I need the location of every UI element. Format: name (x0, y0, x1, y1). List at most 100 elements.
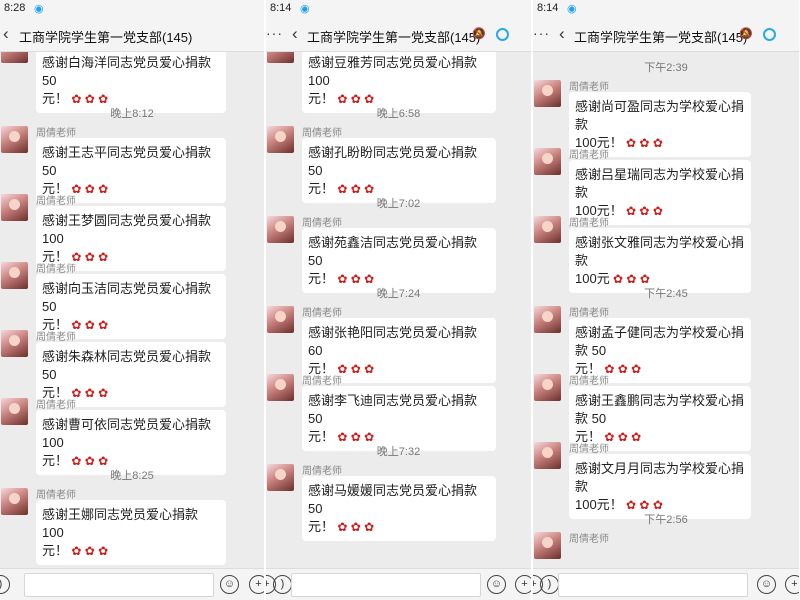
rose-icon: ✿ (347, 182, 361, 196)
status-time: 8:14 (270, 2, 292, 14)
rose-icon: ✿ (347, 92, 361, 106)
rose-icon: ✿ (347, 520, 361, 534)
rose-icon: ✿ (649, 498, 663, 512)
avatar[interactable] (267, 126, 294, 153)
rose-icon: ✿ (94, 544, 109, 558)
plus-icon[interactable]: + (249, 575, 264, 594)
message-bubble[interactable]: 感谢白海洋同志党员爱心捐款 50 元！ ✿ ✿ ✿ (36, 52, 226, 113)
message-bubble[interactable]: 感谢王娜同志党员爱心捐款 100 元！ ✿ ✿ ✿ (36, 500, 226, 565)
message-text: 元！ (308, 429, 335, 444)
message-text: 100元！ (575, 497, 623, 512)
avatar[interactable] (267, 464, 294, 491)
message-bubble[interactable]: 感谢文月月同志为学校爱心捐款 100元！ ✿ ✿ ✿ (569, 454, 751, 519)
avatar[interactable] (267, 306, 294, 333)
sender-name: 周倩老师 (302, 376, 342, 387)
avatar[interactable] (267, 216, 294, 243)
sender-name: 周倩老师 (36, 332, 76, 343)
message-bubble[interactable]: 感谢孔盼盼同志党员爱心捐款 50 元！ ✿ ✿ ✿ (302, 138, 496, 203)
message-line: 感谢曹可依同志党员爱心捐款 100 (42, 416, 220, 452)
avatar[interactable] (534, 374, 561, 401)
plus-icon[interactable]: + (785, 575, 799, 594)
rose-icon: ✿ (360, 92, 375, 106)
avatar[interactable] (1, 126, 28, 153)
avatar[interactable] (534, 306, 561, 333)
avatar[interactable] (1, 330, 28, 357)
back-chevron-icon[interactable]: ‹ (3, 24, 9, 44)
avatar[interactable] (534, 216, 561, 243)
timestamp: 下午2:56 (644, 514, 688, 526)
group-info-icon[interactable] (763, 28, 776, 41)
message-text: 100元 (575, 271, 610, 286)
rose-icon: ✿ (334, 272, 348, 286)
sender-name: 周倩老师 (36, 196, 76, 207)
sender-name: 周倩老师 (569, 308, 609, 319)
message-line: 感谢苑鑫洁同志党员爱心捐款 50 (308, 234, 490, 270)
message-bubble[interactable]: 感谢张文雅同志为学校爱心捐款 100元 ✿ ✿ ✿ (569, 228, 751, 293)
voice-icon[interactable]: ) (273, 575, 292, 594)
message-input[interactable] (291, 573, 481, 597)
rose-icon: ✿ (81, 182, 95, 196)
rose-icon: ✿ (360, 362, 375, 376)
message-text: 元！ (42, 543, 69, 558)
chat-panel-left: 8:28 ◉ ‹ 工商学院学生第一党支部(145) 感谢白海洋同志党员爱心捐款 … (0, 0, 265, 600)
message-bubble[interactable]: 感谢马媛媛同志党员爱心捐款 50 元！ ✿ ✿ ✿ (302, 476, 496, 541)
message-bubble[interactable]: 感谢苑鑫洁同志党员爱心捐款 50 元！ ✿ ✿ ✿ (302, 228, 496, 293)
avatar[interactable] (534, 532, 561, 559)
avatar[interactable] (1, 398, 28, 425)
voice-icon[interactable]: ) (0, 575, 10, 594)
avatar[interactable] (1, 262, 28, 289)
message-list: 感谢豆雅芳同志党员爱心捐款 100 元！ ✿ ✿ ✿ 晚上6:58 周倩老师 感谢孔盼盼… (266, 52, 531, 568)
avatar[interactable] (1, 194, 28, 221)
emoji-icon[interactable]: ☺ (220, 575, 239, 594)
rose-icon: ✿ (360, 520, 375, 534)
message-bubble[interactable]: 感谢曹可依同志党员爱心捐款 100 元！ ✿ ✿ ✿ (36, 410, 226, 475)
rose-icon: ✿ (622, 136, 637, 150)
message-line: 感谢马媛媛同志党员爱心捐款 50 (308, 482, 490, 518)
message-line: 感谢李飞迪同志党员爱心捐款 50 (308, 392, 490, 428)
message-input[interactable] (558, 573, 748, 597)
avatar[interactable] (1, 52, 28, 63)
message-text: 元！ (308, 181, 335, 196)
sender-name: 周倩老师 (36, 400, 76, 411)
more-dots-icon[interactable]: ··· (266, 25, 283, 41)
avatar[interactable] (267, 374, 294, 401)
message-text: 感谢王娜同志党员爱心捐款 100 (42, 507, 199, 540)
rose-icon: ✿ (94, 182, 109, 196)
rose-icon: ✿ (334, 182, 348, 196)
message-text: 感谢曹可依同志党员爱心捐款 100 (42, 417, 212, 450)
input-bar: + ) ☺ + (533, 568, 799, 600)
group-info-icon[interactable] (496, 28, 509, 41)
input-bar: + ) ☺ + (266, 568, 531, 600)
more-dots-icon[interactable]: ··· (533, 25, 550, 41)
message-input[interactable] (24, 573, 214, 597)
message-line: 感谢文月月同志为学校爱心捐款 (575, 460, 745, 496)
voice-icon[interactable]: ) (540, 575, 559, 594)
avatar[interactable] (534, 148, 561, 175)
message-bubble[interactable]: 感谢豆雅芳同志党员爱心捐款 100 元！ ✿ ✿ ✿ (302, 52, 496, 113)
status-bar: 8:14 ◉ (266, 0, 531, 18)
sender-name: 周倩老师 (302, 218, 342, 229)
back-chevron-icon[interactable]: ‹ (292, 24, 298, 44)
rose-icon: ✿ (627, 362, 642, 376)
mute-icon: 🔕 (472, 28, 486, 40)
rose-icon: ✿ (68, 92, 82, 106)
avatar[interactable] (534, 442, 561, 469)
rose-icon: ✿ (636, 498, 650, 512)
avatar[interactable] (267, 52, 294, 63)
message-line: 感谢尚可盈同志为学校爱心捐款 (575, 98, 745, 134)
rose-icon: ✿ (649, 136, 663, 150)
emoji-icon[interactable]: ☺ (487, 575, 506, 594)
emoji-icon[interactable]: ☺ (757, 575, 776, 594)
message-text: 感谢王志平同志党员爱心捐款 50 (42, 145, 212, 178)
avatar[interactable] (534, 80, 561, 107)
back-chevron-icon[interactable]: ‹ (559, 24, 565, 44)
message-text: 元！ (308, 519, 335, 534)
avatar[interactable] (1, 488, 28, 515)
mute-icon: 🔕 (739, 28, 753, 40)
rose-icon: ✿ (649, 204, 663, 218)
message-line: 感谢王鑫鹏同志为学校爱心捐款 50 (575, 392, 745, 428)
plus-icon[interactable]: + (515, 575, 531, 594)
timestamp: 晚上8:12 (110, 108, 154, 120)
message-line: 感谢向玉洁同志党员爱心捐款 50 (42, 280, 220, 316)
message-bubble[interactable]: 感谢李飞迪同志党员爱心捐款 50 元！ ✿ ✿ ✿ (302, 386, 496, 451)
